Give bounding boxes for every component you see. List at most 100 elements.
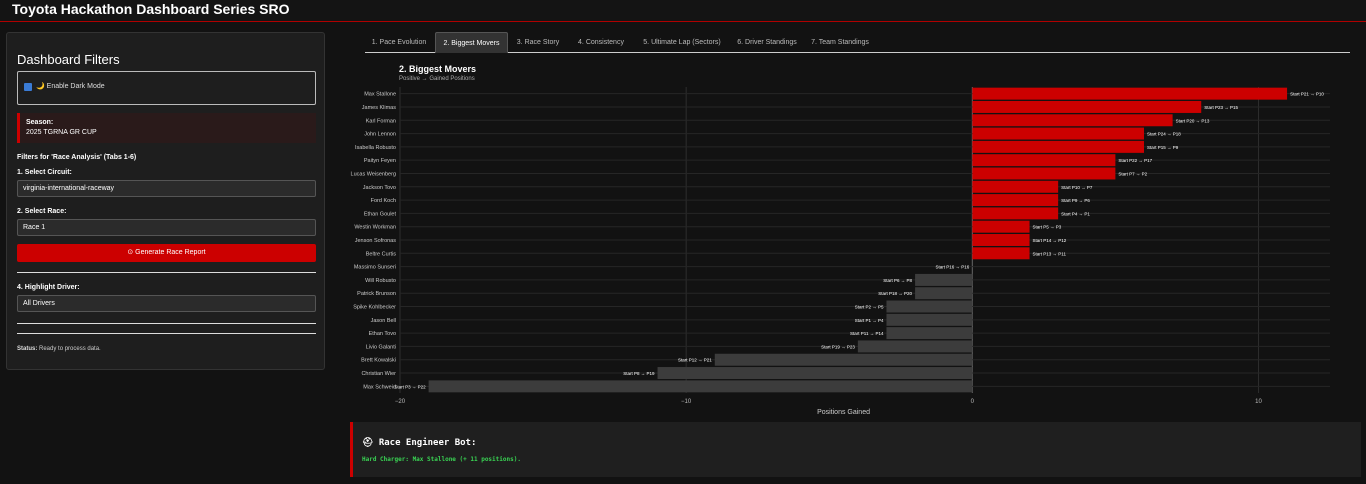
bar-value-label: Start P15 → P9 (1147, 145, 1179, 150)
season-label: Season: (26, 119, 54, 126)
highlight-driver-select[interactable]: All Drivers (17, 295, 316, 312)
driver-label: Spike Kohlbecker (353, 305, 396, 311)
chart-title: 2. Biggest Movers (399, 64, 477, 74)
tab-race-story[interactable]: 3. Race Story (510, 32, 566, 53)
status-key: Status: (17, 346, 38, 352)
driver-label: James Klimas (362, 105, 396, 111)
x-tick-label: 0 (971, 399, 975, 405)
bar-value-label: Start P9 → P6 (1061, 198, 1090, 203)
bot-title: ⛑ Race Engineer Bot: (362, 438, 477, 448)
bar-value-label: Start P4 → P1 (1061, 211, 1090, 216)
mover-bar (972, 114, 1173, 127)
dark-mode-label[interactable]: 🌙 Enable Dark Mode (36, 82, 105, 90)
chart-subtitle: Positive → Gained Positions (399, 76, 475, 82)
generate-race-report-button[interactable]: ⊙ Generate Race Report (17, 244, 316, 262)
mover-bar (972, 127, 1144, 140)
bar-value-label: Start P12 → P21 (678, 358, 712, 363)
driver-label: Karl Forman (366, 118, 396, 124)
divider (17, 272, 316, 273)
mover-bar (972, 247, 1030, 260)
highlight-driver-label: 4. Highlight Driver: (17, 284, 80, 291)
bar-value-label: Start P5 → P3 (1033, 225, 1062, 230)
bar-value-label: Start P16 → P16 (936, 265, 970, 270)
driver-label: Ethan Tovo (369, 331, 396, 337)
mover-bar (972, 167, 1116, 180)
tab-consistency[interactable]: 4. Consistency (570, 32, 632, 53)
bar-value-label: Start P3 → P22 (394, 384, 426, 389)
bar-value-label: Start P14 → P12 (1033, 238, 1067, 243)
driver-label: Livio Galanti (366, 344, 396, 350)
dark-mode-checkbox[interactable] (24, 83, 32, 91)
driver-label: John Lennon (364, 132, 396, 138)
bar-value-label: Start P23 → P15 (1204, 105, 1238, 110)
bar-value-label: Start P8 → P19 (623, 371, 655, 376)
tab-driver-standings[interactable]: 6. Driver Standings (732, 32, 802, 53)
bar-value-label: Start P19 → P23 (821, 344, 855, 349)
mover-bar (657, 367, 973, 380)
driver-label: Patrick Brunson (357, 291, 396, 297)
tab-bar: 1. Pace Evolution 2. Biggest Movers 3. R… (365, 32, 1350, 53)
app-title: Toyota Hackathon Dashboard Series SRO (12, 1, 290, 17)
bar-value-label: Start P20 → P13 (1176, 118, 1210, 123)
mover-bar (915, 287, 973, 300)
driver-label: Jenson Sofronas (355, 238, 397, 244)
mover-bar (886, 313, 973, 326)
bar-value-label: Start P13 → P11 (1033, 251, 1067, 256)
mover-bar (428, 380, 973, 393)
bar-value-label: Start P2 → P5 (855, 305, 884, 310)
driver-label: Lucas Weisenberg (351, 171, 396, 177)
tab-biggest-movers[interactable]: 2. Biggest Movers (435, 32, 508, 53)
divider (17, 323, 316, 324)
bar-value-label: Start P24 → P18 (1147, 132, 1181, 137)
mover-bar (972, 207, 1059, 220)
driver-label: Jason Bell (371, 318, 396, 324)
bar-value-label: Start P7 → P2 (1118, 171, 1147, 176)
bar-value-label: Start P21 → P10 (1290, 92, 1324, 97)
bar-value-label: Start P22 → P17 (1118, 158, 1152, 163)
mover-bar (886, 300, 973, 313)
tab-team-standings[interactable]: 7. Team Standings (806, 32, 874, 53)
x-tick-label: −10 (681, 399, 692, 405)
mover-bar (972, 100, 1202, 113)
mover-bar (886, 327, 973, 340)
driver-label: Isabella Robusto (355, 145, 396, 151)
sidebar-title: Dashboard Filters (17, 52, 120, 67)
x-tick-label: 10 (1255, 399, 1262, 405)
x-tick-label: −20 (395, 399, 406, 405)
race-label: 2. Select Race: (17, 208, 67, 215)
x-axis-label: Positions Gained (817, 409, 870, 416)
mover-bar (972, 194, 1059, 207)
driver-label: Westin Workman (354, 225, 396, 231)
driver-label: Beltre Curtis (366, 251, 397, 257)
bar-value-label: Start P1 → P4 (855, 318, 884, 323)
mover-bar (972, 87, 1288, 100)
filters-heading: Filters for 'Race Analysis' (Tabs 1-6) (17, 154, 137, 161)
status-text: Status: Ready to process data. (17, 346, 101, 352)
season-info: Season: 2025 TGRNA GR CUP (17, 113, 316, 143)
circuit-select[interactable]: virginia-international-raceway (17, 180, 316, 197)
filters-sidebar: Dashboard Filters 🌙 Enable Dark Mode Sea… (6, 32, 325, 370)
race-select[interactable]: Race 1 (17, 219, 316, 236)
status-value: Ready to process data. (39, 346, 101, 352)
driver-label: Ford Koch (371, 198, 396, 204)
mover-bar (972, 180, 1059, 193)
divider (17, 333, 316, 334)
tab-ultimate-lap[interactable]: 5. Ultimate Lap (Sectors) (636, 32, 728, 53)
mover-bar (972, 154, 1116, 167)
mover-bar (972, 220, 1030, 233)
bar-value-label: Start P10 → P7 (1061, 185, 1093, 190)
mover-bar (857, 340, 973, 353)
driver-label: Paityn Feyen (364, 158, 396, 164)
bar-value-label: Start P18 → P20 (878, 291, 912, 296)
mover-bar (972, 234, 1030, 246)
mover-bar (972, 140, 1144, 153)
driver-label: Christian Wier (361, 371, 396, 377)
biggest-movers-chart: −20 −10 0 10 Max Stallone Start P21 → P10 Jame… (351, 87, 1330, 416)
tab-pace-evolution[interactable]: 1. Pace Evolution (365, 32, 433, 53)
circuit-label: 1. Select Circuit: (17, 169, 72, 176)
race-engineer-bot-panel: ⛑ Race Engineer Bot: Hard Charger: Max S… (350, 422, 1361, 477)
bar-value-label: Start P11 → P14 (850, 331, 884, 336)
season-value: 2025 TGRNA GR CUP (26, 129, 97, 136)
driver-label: Jackson Tovo (363, 185, 396, 191)
mover-bar (714, 353, 973, 366)
